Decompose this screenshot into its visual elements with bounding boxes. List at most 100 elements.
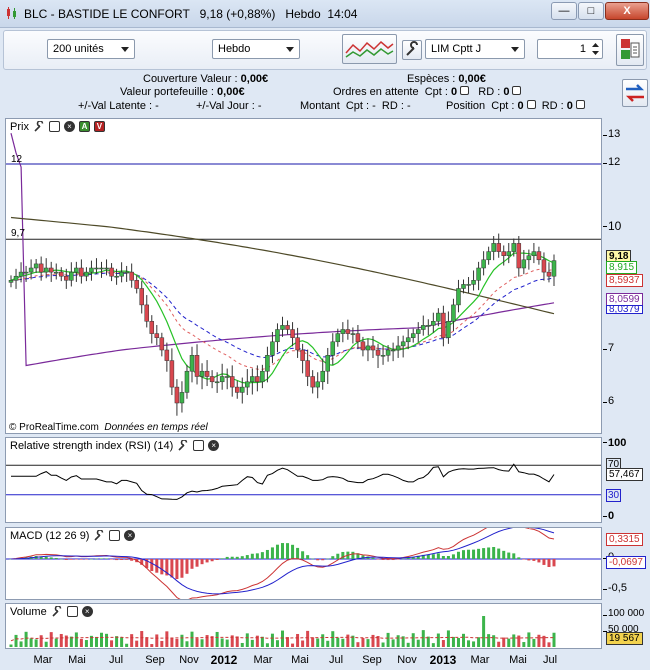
candle-body	[405, 337, 411, 343]
rsi-label-30: 30	[606, 489, 622, 502]
volume-bar	[311, 637, 315, 647]
val-latente: +/-Val Latente : -	[78, 100, 159, 112]
volume-panel[interactable]: Volume ×	[5, 603, 602, 649]
volume-bar	[431, 643, 435, 647]
candle-body	[23, 271, 29, 274]
macd-hist-bar	[326, 558, 330, 560]
volume-bar	[361, 638, 365, 647]
candle-body	[159, 337, 165, 351]
candle-body	[199, 370, 205, 377]
macd-hist-bar	[497, 548, 501, 559]
candle-body	[219, 376, 225, 383]
candle-body	[224, 376, 230, 378]
macd-hist-bar	[301, 551, 305, 559]
ordres-rd-icon[interactable]	[512, 86, 522, 95]
macd-hist-bar	[502, 550, 506, 559]
macd-hist-bar	[482, 548, 486, 559]
price-panel[interactable]: Prix × A V © ProRealTime.com Données en …	[5, 118, 602, 434]
candle-body	[300, 349, 305, 361]
ma1-badge: 8,915	[606, 261, 638, 274]
candle-body	[511, 243, 517, 252]
candle-body	[400, 341, 406, 347]
candle-body	[305, 360, 310, 377]
volume-bar	[326, 640, 330, 647]
close-icon: X	[623, 5, 631, 17]
macd-chart[interactable]	[6, 528, 601, 599]
quantity-stepper[interactable]: 1	[537, 39, 603, 59]
volume-bar	[49, 632, 53, 647]
minimize-button[interactable]: —	[551, 2, 577, 20]
macd-hist-bar	[44, 556, 48, 559]
y-label-12: 12	[608, 156, 621, 168]
especes-value: 0,00€	[458, 73, 486, 85]
volume-bar	[472, 641, 476, 647]
volume-bar	[135, 640, 139, 647]
volume-bar	[44, 641, 48, 647]
macd-hist-bar	[446, 556, 450, 559]
candle-body	[13, 275, 19, 281]
macd-hist-bar	[110, 559, 114, 560]
candle-body	[74, 267, 79, 273]
macd-hist-bar	[180, 559, 184, 578]
candle-body	[265, 355, 270, 372]
period-select[interactable]: Hebdo	[212, 39, 300, 59]
macd-hist-bar	[74, 559, 78, 560]
minimize-icon: —	[558, 5, 570, 17]
position-rd-icon[interactable]	[575, 100, 585, 109]
volume-bar	[291, 643, 295, 647]
x-label: Sep	[145, 654, 165, 666]
macd-hist-bar	[472, 549, 476, 559]
axis-tick	[603, 402, 607, 403]
units-select[interactable]: 200 unités	[47, 39, 135, 59]
rsi-chart[interactable]	[6, 438, 601, 522]
swap-button[interactable]	[622, 79, 648, 107]
candle-body	[380, 355, 386, 357]
ordres-cpt-icon[interactable]	[460, 86, 470, 95]
credit-text: © ProRealTime.com	[9, 422, 99, 433]
macd-hist-bar	[547, 559, 551, 567]
candle-body	[526, 255, 532, 261]
y-label-6: 6	[608, 395, 615, 407]
candle-body	[240, 386, 245, 393]
chevron-down-icon	[121, 47, 129, 52]
macd-hist-bar	[381, 559, 385, 560]
macd-hist-bar	[250, 553, 254, 559]
candle-body	[260, 370, 265, 383]
volume-bar	[195, 638, 199, 647]
candle-body	[390, 349, 396, 352]
macd-hist-bar	[316, 559, 320, 561]
order-book-button[interactable]	[616, 34, 644, 66]
volume-bar	[74, 632, 78, 647]
candle-body	[385, 349, 391, 356]
macd-signal-line	[10, 528, 555, 595]
volume-bar	[250, 639, 254, 647]
volume-bar	[416, 639, 420, 647]
order-type-select[interactable]: LIM Cptt J	[425, 39, 525, 59]
position-cpt-icon[interactable]	[526, 100, 536, 109]
macd-hist-bar	[235, 556, 239, 559]
macd-hist-bar	[54, 557, 58, 559]
candle-body	[59, 271, 64, 277]
x-label: Jul	[328, 654, 344, 666]
indicators-button[interactable]	[342, 34, 397, 64]
ordres-label: Ordres en attente Cpt :	[333, 86, 448, 98]
macd-panel[interactable]: MACD (12 26 9) ×	[5, 527, 602, 600]
volume-chart[interactable]	[6, 604, 601, 648]
macd-hist-bar	[291, 544, 295, 559]
maximize-button[interactable]: □	[578, 2, 604, 20]
macd-hist-bar	[185, 559, 189, 574]
price-chart[interactable]	[6, 119, 601, 433]
macd-hist-bar	[321, 559, 325, 561]
candle-body	[426, 325, 431, 327]
volume-bar	[79, 638, 83, 647]
volume-bar	[316, 638, 320, 647]
wrench-icon	[406, 41, 418, 56]
stepper-arrows-icon[interactable]	[592, 42, 599, 56]
window-title: BLC - BASTIDE LE CONFORT 9,18 (+0,88%) H…	[24, 7, 357, 21]
macd-hist-bar	[105, 558, 109, 559]
rsi-panel[interactable]: Relative strength index (RSI) (14) ×	[5, 437, 602, 523]
volume-bar	[532, 638, 536, 647]
volume-bar	[9, 644, 13, 647]
close-button[interactable]: X	[605, 2, 649, 20]
wrench-button[interactable]	[402, 40, 422, 60]
